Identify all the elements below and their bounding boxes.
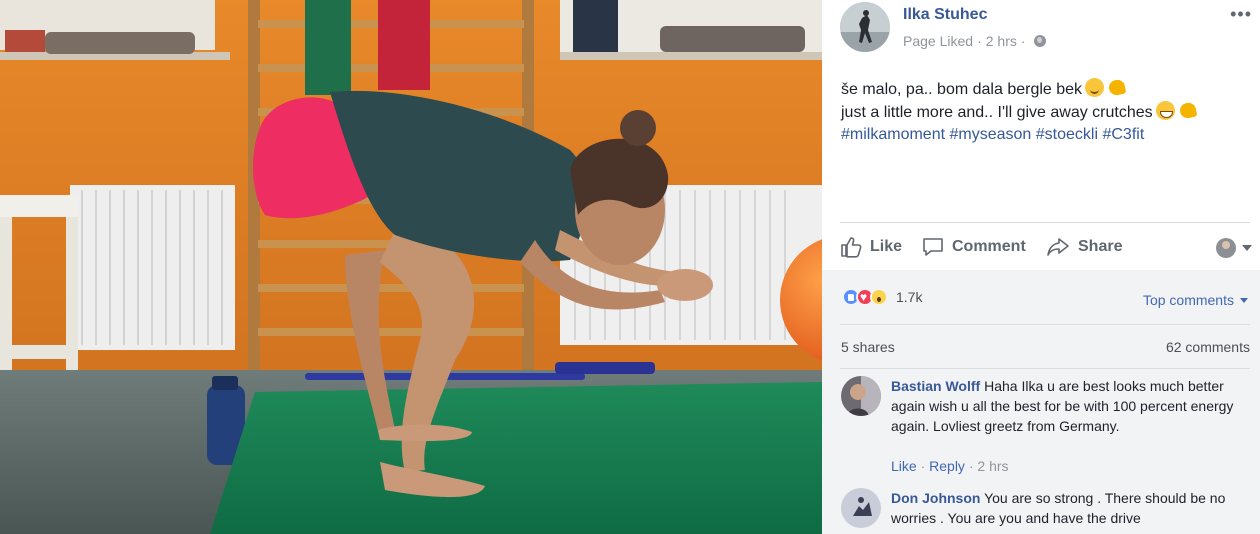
comment-actions: Like · Reply · 2 hrs xyxy=(891,458,1009,474)
share-arrow-icon xyxy=(1047,238,1069,256)
share-button[interactable]: Share xyxy=(1046,236,1122,258)
reaction-identity-selector[interactable] xyxy=(1216,238,1252,258)
post-text-line: še malo, pa.. bom dala bergle bek xyxy=(841,78,1246,101)
engagement-section: 1.7k Top comments 5 shares 62 comments B… xyxy=(822,270,1260,534)
comment-reply-link[interactable]: Reply xyxy=(929,458,965,474)
meta-separator: · xyxy=(1020,33,1026,49)
avatar-image xyxy=(841,488,881,528)
commenter-avatar[interactable] xyxy=(841,488,881,528)
post-text-en: just a little more and.. I'll give away … xyxy=(841,104,1153,121)
flexed-biceps-icon xyxy=(1178,101,1198,120)
post-text-sl: še malo, pa.. bom dala bergle bek xyxy=(841,81,1083,98)
commenter-name[interactable]: Don Johnson xyxy=(891,490,980,506)
post-side-panel: Ilka Stuhec Page Liked · 2 hrs · ••• še … xyxy=(822,0,1260,534)
page-avatar[interactable] xyxy=(840,2,890,52)
divider xyxy=(840,222,1250,223)
separator: · xyxy=(920,458,926,474)
shares-count[interactable]: 5 shares xyxy=(841,339,895,355)
post-header: Ilka Stuhec Page Liked · 2 hrs · ••• xyxy=(840,2,1252,54)
hashtag-link[interactable]: #stoeckli xyxy=(1036,126,1098,143)
comment-label: Comment xyxy=(952,238,1026,255)
comments-count[interactable]: 62 comments xyxy=(1166,339,1250,355)
more-options-icon[interactable]: ••• xyxy=(1230,4,1252,25)
comment-timestamp[interactable]: 2 hrs xyxy=(977,458,1008,474)
author-name[interactable]: Ilka Stuhec xyxy=(903,6,987,24)
comment-item: Don Johnson You are so strong . There sh… xyxy=(841,488,1251,534)
hashtag-link[interactable]: #myseason xyxy=(949,126,1031,143)
comment-button[interactable]: Comment xyxy=(922,236,1026,258)
photo-illustration xyxy=(0,0,822,534)
comment-like-link[interactable]: Like xyxy=(891,458,917,474)
post-text: še malo, pa.. bom dala bergle bek just a… xyxy=(841,78,1246,146)
meta-separator: · xyxy=(977,33,982,49)
comment-body: Bastian Wolff Haha Ilka u are best looks… xyxy=(891,376,1251,436)
comment-sort-dropdown[interactable]: Top comments xyxy=(1143,292,1248,308)
post-timestamp[interactable]: 2 hrs xyxy=(986,33,1017,49)
avatar-image xyxy=(841,376,881,416)
hashtag-link[interactable]: #milkamoment xyxy=(841,126,945,143)
flexed-biceps-icon xyxy=(1107,78,1127,97)
share-label: Share xyxy=(1078,238,1123,255)
commenter-avatar[interactable] xyxy=(841,376,881,416)
hashtag-link[interactable]: #C3fit xyxy=(1102,126,1144,143)
like-button[interactable]: Like xyxy=(840,236,902,258)
comment-item: Bastian Wolff Haha Ilka u are best looks… xyxy=(841,376,1251,476)
post-actions: Like Comment Share xyxy=(840,228,1252,266)
chevron-down-icon xyxy=(1240,297,1248,303)
viewer-avatar xyxy=(1216,238,1236,258)
comment-sort-label: Top comments xyxy=(1142,292,1234,308)
comment-bubble-icon xyxy=(923,238,943,256)
wow-reaction-icon xyxy=(870,288,888,306)
post-photo[interactable] xyxy=(0,0,822,534)
smiling-face-icon xyxy=(1085,78,1105,97)
like-label: Like xyxy=(870,238,903,255)
divider xyxy=(840,324,1250,325)
hashtags: #milkamoment #myseason #stoeckli #C3fit xyxy=(841,124,1246,146)
grinning-face-icon xyxy=(1155,101,1175,120)
page-liked-status: Page Liked xyxy=(903,33,974,49)
chevron-down-icon xyxy=(1242,245,1252,251)
reaction-count: 1.7k xyxy=(896,289,923,305)
post-text-line: just a little more and.. I'll give away … xyxy=(841,101,1246,124)
comment-body: Don Johnson You are so strong . There sh… xyxy=(891,488,1251,528)
commenter-name[interactable]: Bastian Wolff xyxy=(891,378,980,394)
globe-icon xyxy=(1033,35,1046,47)
post-meta: Page Liked · 2 hrs · xyxy=(903,33,1046,49)
divider xyxy=(840,368,1250,369)
thumbs-up-icon xyxy=(841,237,862,258)
reaction-summary[interactable]: 1.7k xyxy=(842,288,922,306)
avatar-image xyxy=(840,2,890,52)
separator: · xyxy=(968,458,974,474)
